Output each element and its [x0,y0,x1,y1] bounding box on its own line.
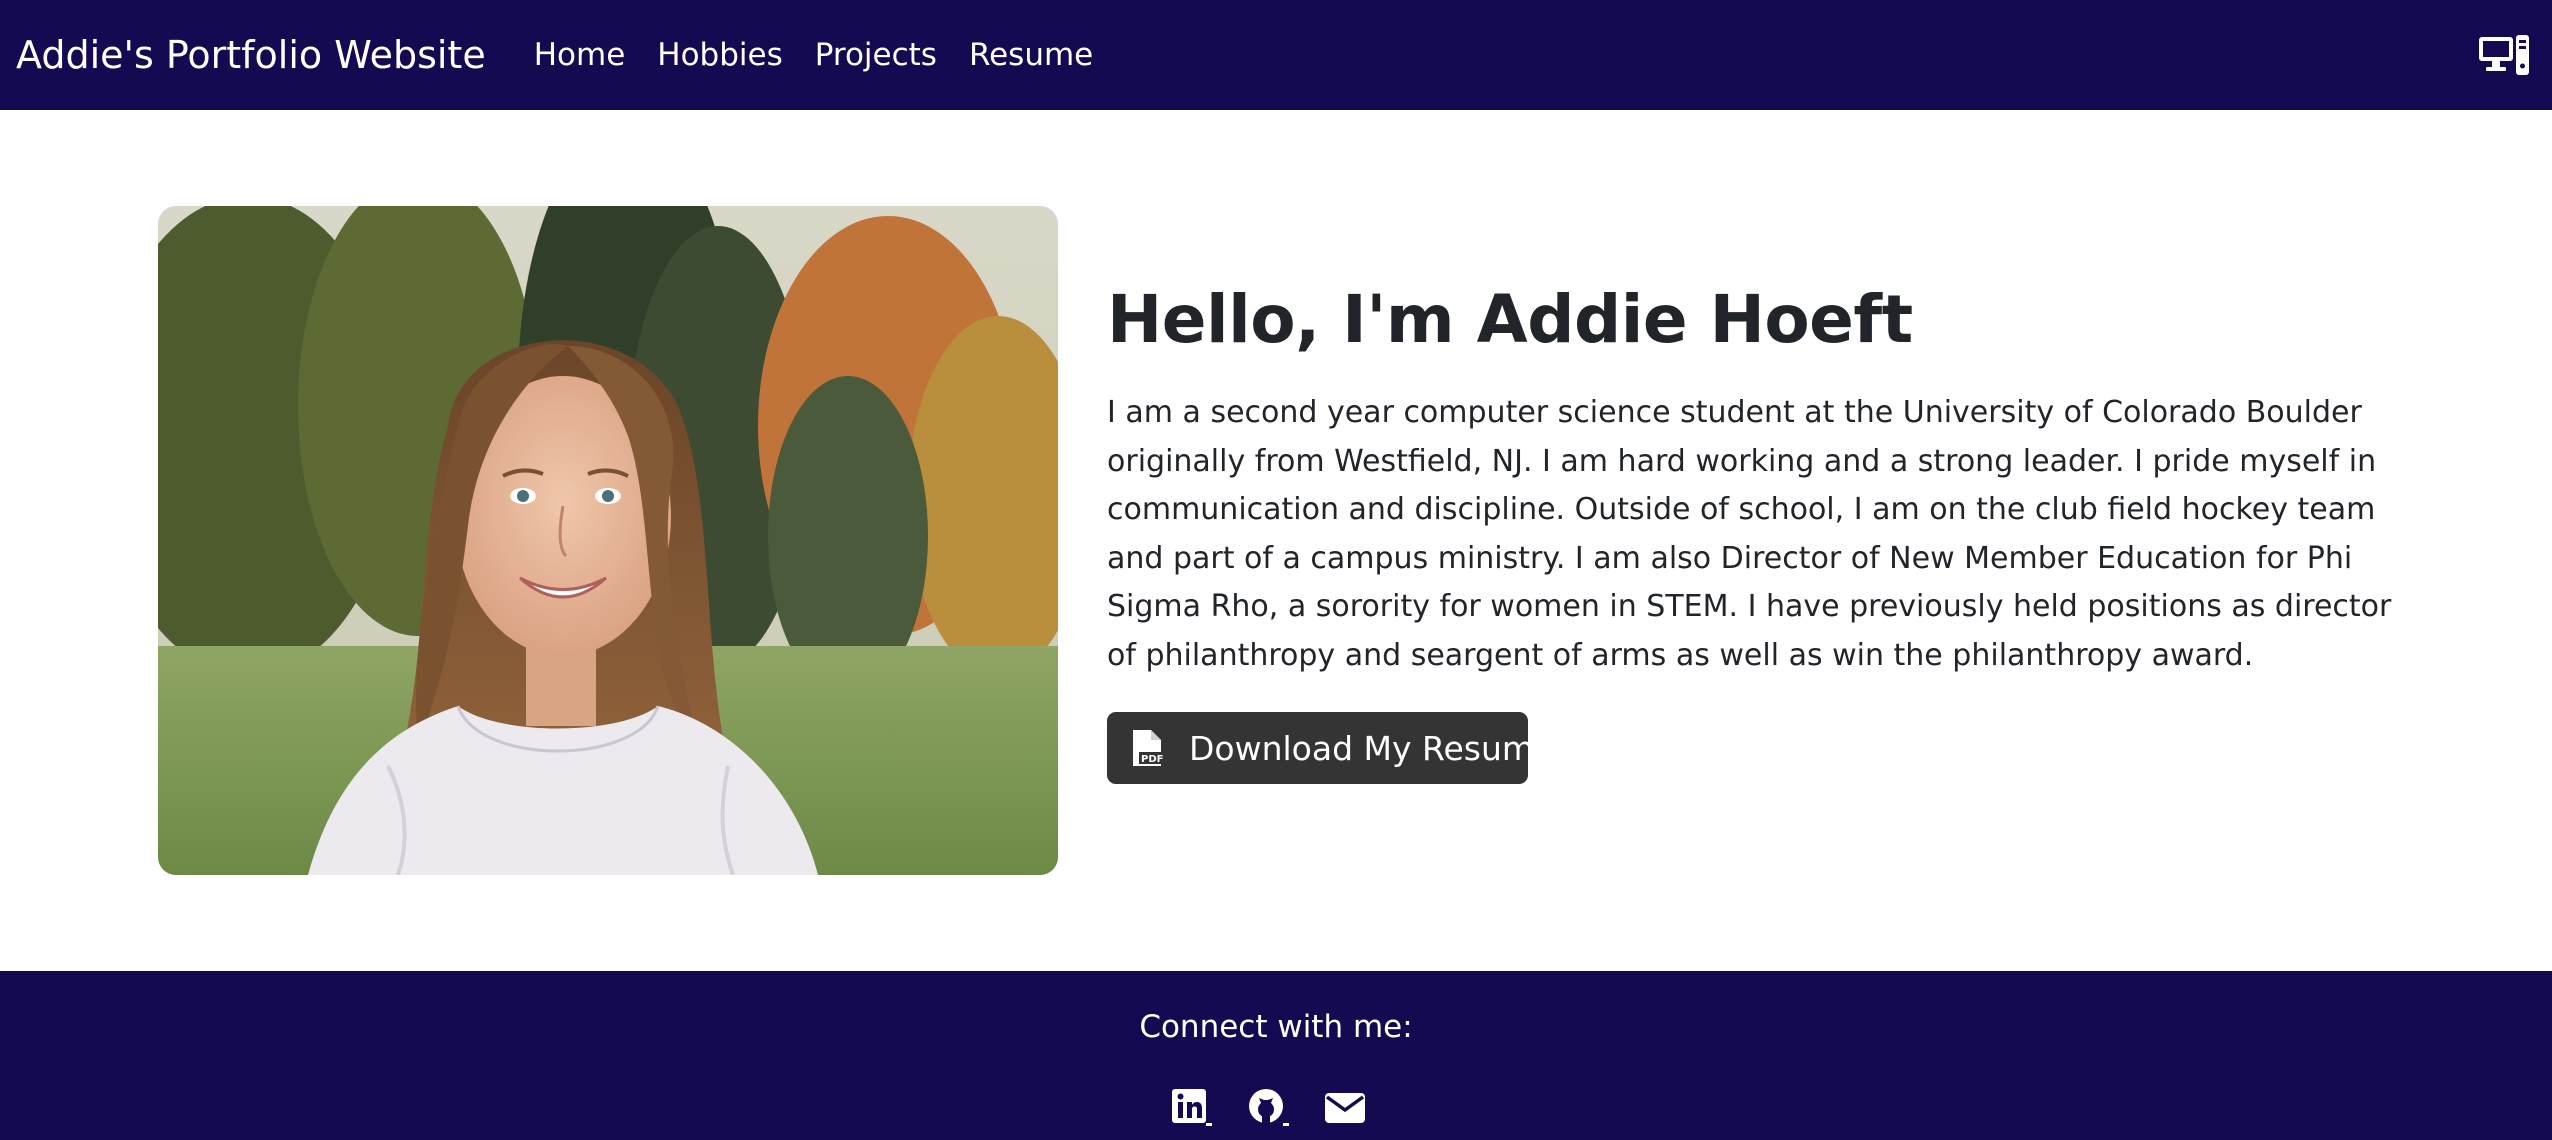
linkedin-icon[interactable] [1170,1087,1212,1129]
hero-bio: I am a second year computer science stud… [1107,395,2392,673]
profile-photo [158,206,1058,875]
download-resume-button[interactable]: PDF Download My Resume [1107,712,1554,785]
hero-title: Hello, I'm Addie Hoeft [1107,281,1913,358]
svg-text:PDF: PDF [1141,754,1163,765]
nav-link-hobbies[interactable]: Hobbies [657,37,782,73]
nav-link-resume[interactable]: Resume [969,37,1093,73]
hero-intro: Hello, I'm Addie Hoeft I am a second yea… [1107,280,2397,785]
nav-link-home[interactable]: Home [534,37,626,73]
connect-label: Connect with me: [1139,1009,1413,1045]
email-icon[interactable] [1324,1087,1366,1129]
brand-link[interactable]: Addie's Portfolio Website [16,33,486,77]
nav-links: Home Hobbies Projects Resume [534,37,1126,73]
github-icon[interactable] [1247,1087,1289,1129]
download-resume-label: Download My Resume [1189,728,1555,768]
profile-photo-illustration [158,206,1058,875]
desktop-computer-icon[interactable] [2478,34,2530,76]
navbar: Addie's Portfolio Website Home Hobbies P… [0,0,2552,110]
footer: Connect with me: [0,971,2552,1140]
nav-link-projects[interactable]: Projects [815,37,937,73]
pdf-file-icon: PDF [1131,728,1165,768]
social-links [1170,1087,1401,1129]
